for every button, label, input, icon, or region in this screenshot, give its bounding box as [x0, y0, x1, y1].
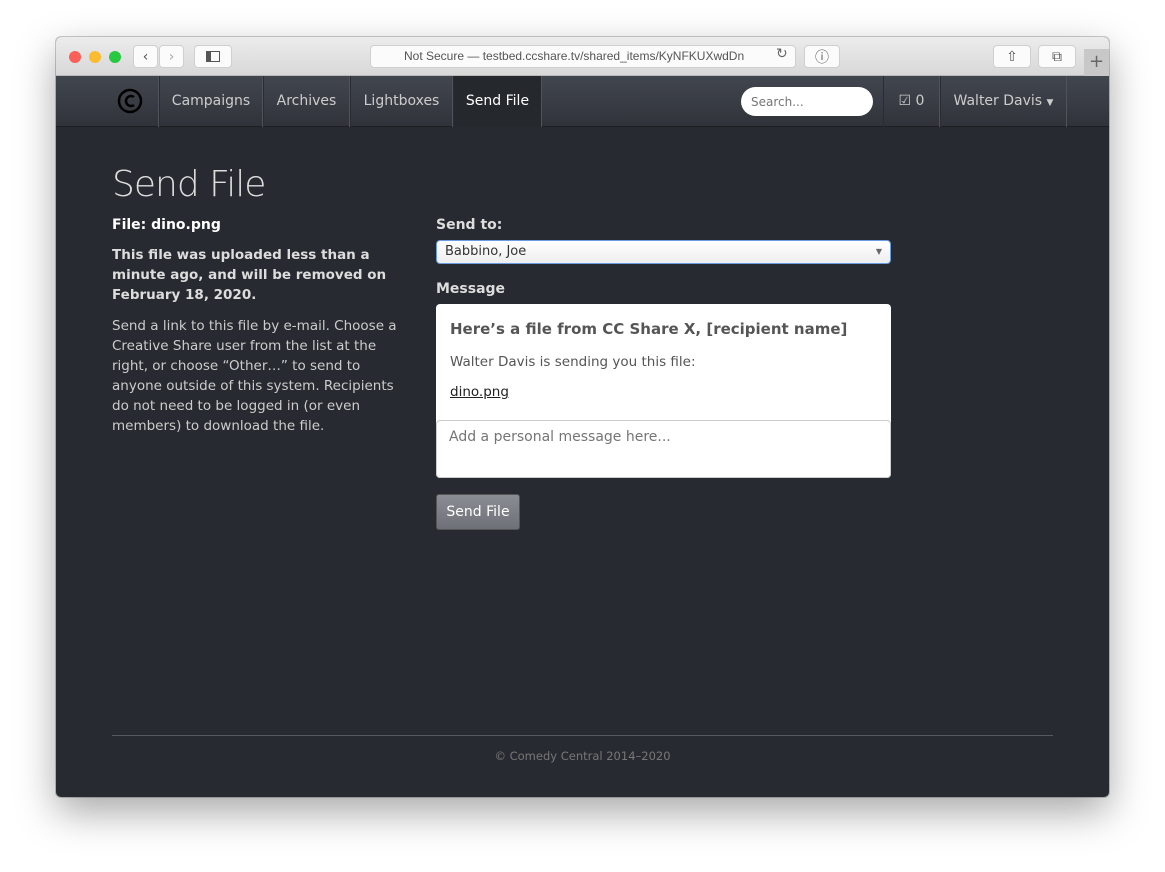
send-file-button[interactable]: Send File	[436, 494, 520, 530]
url-text: Not Secure — testbed.ccshare.tv/shared_i…	[404, 49, 745, 63]
selected-recipient: Babbino, Joe	[445, 244, 527, 259]
share-icon: ⇧	[1006, 48, 1018, 65]
back-button[interactable]: ‹	[133, 45, 158, 68]
caret-down-icon: ▼	[1046, 98, 1054, 108]
zoom-window-button[interactable]	[109, 51, 121, 63]
nav-archives[interactable]: Archives	[263, 76, 350, 127]
minimize-window-button[interactable]	[89, 51, 101, 63]
checked-count: 0	[915, 93, 925, 109]
nav-label: Send File	[465, 93, 530, 109]
user-name: Walter Davis	[953, 93, 1043, 109]
nav-label: Lightboxes	[363, 93, 440, 109]
tabs-icon: ⧉	[1052, 48, 1062, 65]
page-title: Send File	[112, 164, 266, 205]
message-preview: Here’s a file from CC Share X, [recipien…	[436, 304, 891, 478]
file-link[interactable]: dino.png	[450, 384, 509, 400]
address-bar[interactable]: Not Secure — testbed.ccshare.tv/shared_i…	[370, 45, 796, 68]
checked-items-button[interactable]: ☑ 0	[883, 76, 940, 127]
new-tab-button[interactable]: +	[1084, 49, 1109, 76]
sidebar-icon	[206, 51, 220, 62]
chevron-right-icon: ›	[168, 48, 175, 65]
nav-label: Campaigns	[171, 93, 251, 109]
nav-campaigns[interactable]: Campaigns	[159, 76, 263, 127]
footer-copyright: © Comedy Central 2014–2020	[494, 749, 671, 763]
description: Send a link to this file by e-mail. Choo…	[112, 318, 397, 434]
file-name: File: dino.png	[112, 217, 221, 233]
check-square-icon: ☑	[898, 93, 912, 109]
nav-lightboxes[interactable]: Lightboxes	[350, 76, 453, 127]
message-label: Message	[436, 281, 506, 297]
browser-toolbar: ‹ › Not Secure — testbed.ccshare.tv/shar…	[56, 37, 1109, 76]
user-menu[interactable]: Walter Davis ▼	[940, 76, 1067, 127]
nav-label: Archives	[276, 93, 337, 109]
preview-heading: Here’s a file from CC Share X, [recipien…	[450, 320, 848, 338]
info-icon: ⓘ	[815, 49, 829, 66]
send-to-label: Send to:	[436, 217, 503, 233]
plus-icon: +	[1088, 51, 1105, 72]
tabs-button[interactable]: ⧉	[1038, 45, 1076, 68]
personal-message-input[interactable]	[436, 420, 891, 478]
browser-window: ‹ › Not Secure — testbed.ccshare.tv/shar…	[56, 37, 1109, 797]
navbar: Campaigns Archives Lightboxes Send File …	[56, 76, 1109, 127]
comedy-central-logo-icon	[117, 88, 143, 114]
nav-send-file[interactable]: Send File	[453, 76, 542, 127]
share-button[interactable]: ⇧	[993, 45, 1031, 68]
dropdown-arrow-icon: ▼	[875, 247, 882, 256]
logo-link[interactable]	[102, 76, 159, 127]
footer-divider	[112, 735, 1053, 736]
upload-notice: This file was uploaded less than a minut…	[112, 247, 387, 303]
chevron-left-icon: ‹	[142, 48, 149, 65]
forward-button[interactable]: ›	[159, 45, 184, 68]
close-window-button[interactable]	[69, 51, 81, 63]
sidebar-toggle-button[interactable]	[194, 45, 232, 68]
recipient-select[interactable]: Babbino, Joe ▼	[436, 240, 891, 264]
file-label: File: dino.png	[112, 217, 221, 233]
preview-line: Walter Davis is sending you this file:	[450, 354, 696, 370]
reload-icon[interactable]: ↻	[776, 46, 788, 62]
info-button[interactable]: ⓘ	[804, 45, 840, 68]
search-input[interactable]	[741, 87, 873, 116]
